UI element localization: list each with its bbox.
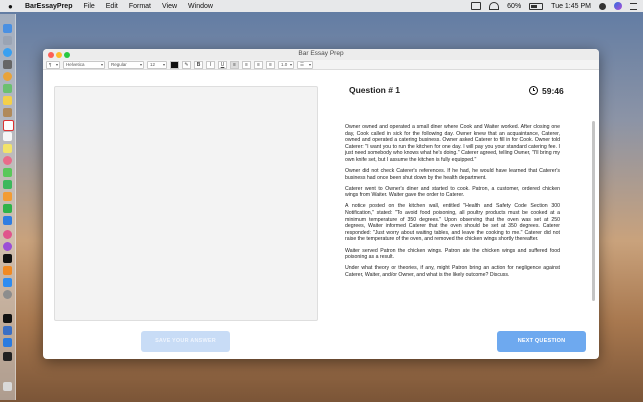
rocket-icon[interactable] [3, 60, 12, 69]
app-store-icon[interactable] [3, 278, 12, 287]
question-paragraph: Owner did not check Caterer's references… [345, 168, 560, 181]
notification-center-icon[interactable] [630, 2, 637, 10]
trash-icon[interactable] [3, 382, 12, 391]
pages-icon[interactable] [3, 192, 12, 201]
menu-view[interactable]: View [162, 3, 177, 10]
facetime-icon[interactable] [3, 180, 12, 189]
menu-format[interactable]: Format [129, 3, 151, 10]
finder-icon[interactable] [3, 24, 12, 33]
bold-button[interactable]: B [194, 60, 203, 69]
menu-edit[interactable]: Edit [106, 3, 118, 10]
battery-icon[interactable] [529, 2, 544, 10]
podcasts-icon[interactable] [3, 242, 12, 251]
menu-bar: ● BarEssayPrep File Edit Format View Win… [0, 0, 643, 12]
question-paragraph: Caterer went to Owner's diner and starte… [345, 185, 560, 199]
question-paragraph: Under what theory or theories, if any, m… [345, 265, 560, 278]
menubar-clock[interactable]: Tue 1:45 PM [551, 3, 591, 10]
app-window: Bar Essay Prep ¶ Helvetica Regular 12 ✎ … [43, 49, 599, 359]
reminders-icon[interactable] [3, 132, 12, 141]
launchpad-icon[interactable] [3, 36, 12, 45]
contacts-icon[interactable] [3, 108, 12, 117]
format-toolbar: ¶ Helvetica Regular 12 ✎ B I U ≡ ≡ ≡ ≡ 1… [43, 60, 599, 70]
tv-icon[interactable] [3, 254, 12, 263]
messages-icon[interactable] [3, 168, 12, 177]
question-paragraph: A notice posted on the kitchen wall, ent… [345, 203, 560, 243]
window-title: Bar Essay Prep [298, 50, 344, 57]
itunes-icon[interactable] [3, 230, 12, 239]
wifi-icon[interactable] [489, 2, 500, 10]
question-scrollbar[interactable] [592, 121, 595, 301]
align-left-button[interactable]: ≡ [230, 60, 239, 69]
underline-button[interactable]: U [218, 60, 227, 69]
safari-icon[interactable] [3, 48, 12, 57]
dock [0, 14, 16, 400]
numbers-icon[interactable] [3, 204, 12, 213]
line-spacing-select[interactable]: 1.0 [278, 60, 294, 69]
font-weight-select[interactable]: Regular [108, 60, 144, 69]
maps-icon[interactable] [3, 84, 12, 93]
status-area: 60% Tue 1:45 PM [471, 0, 637, 12]
preferences-icon[interactable] [3, 290, 12, 299]
menu-file[interactable]: File [83, 3, 94, 10]
notes-icon[interactable] [3, 96, 12, 105]
chrome-icon[interactable] [3, 72, 12, 81]
battery-percent: 60% [507, 2, 522, 10]
font-family-select[interactable]: Helvetica [63, 60, 105, 69]
answer-text-area[interactable] [54, 86, 318, 321]
question-text: Owner owned and operated a small diner w… [345, 124, 560, 283]
timer-value: 59:46 [542, 86, 564, 96]
menu-window[interactable]: Window [188, 3, 213, 10]
spotlight-icon[interactable] [599, 2, 606, 10]
save-answer-button[interactable]: Save your answer [141, 331, 230, 352]
list-style-select[interactable]: ☰ [297, 60, 313, 69]
align-center-button[interactable]: ≡ [242, 60, 251, 69]
screen-icon[interactable] [3, 352, 12, 361]
calendar-icon[interactable] [3, 120, 14, 131]
photos-icon[interactable] [3, 156, 12, 165]
paragraph-style-select[interactable]: ¶ [46, 60, 60, 69]
airplay-icon[interactable] [471, 2, 482, 10]
bar-essay-prep-icon[interactable] [3, 326, 12, 335]
question-paragraph: Owner owned and operated a small diner w… [345, 124, 560, 163]
next-question-button[interactable]: Next question [497, 331, 586, 352]
align-right-button[interactable]: ≡ [254, 60, 263, 69]
keynote-icon[interactable] [3, 216, 12, 225]
question-paragraph: Waiter served Patron the chicken wings. … [345, 247, 560, 261]
siri-icon[interactable] [614, 2, 622, 10]
timer-clock-icon [529, 86, 538, 95]
italic-button[interactable]: I [206, 60, 215, 69]
xcode-icon[interactable] [3, 338, 12, 347]
books-icon[interactable] [3, 266, 12, 275]
font-size-select[interactable]: 12 [147, 60, 167, 69]
terminal-icon[interactable] [3, 314, 12, 323]
stickies-icon[interactable] [3, 144, 12, 153]
align-justify-button[interactable]: ≡ [266, 60, 275, 69]
highlight-button[interactable]: ✎ [182, 60, 191, 69]
apple-menu-icon[interactable]: ● [8, 2, 16, 11]
text-color-swatch[interactable] [170, 60, 179, 69]
app-menu[interactable]: BarEssayPrep [25, 3, 72, 10]
question-title: Question # 1 [349, 85, 401, 95]
